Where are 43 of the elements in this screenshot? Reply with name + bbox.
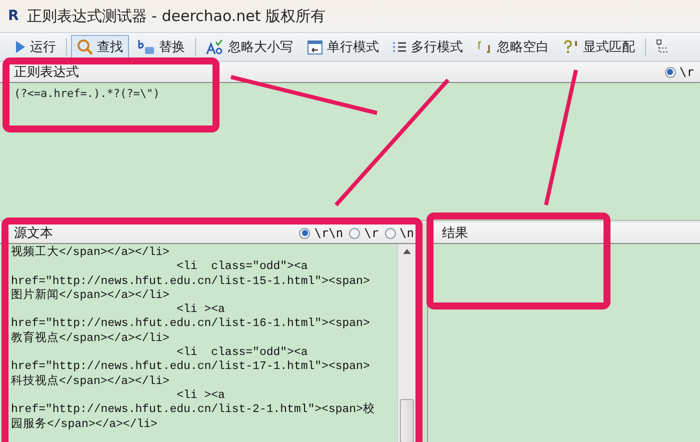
source-line: href="http://news.hfut.edu.cn/list-2-1.html"><span>校 [11,403,376,418]
toolbar-button[interactable]: 多行模式 [387,35,469,59]
source-line: <li class="odd"><a [176,260,309,275]
brackets-icon [477,40,493,54]
search-icon [77,39,93,55]
play-icon [14,40,26,54]
toolbar-button[interactable]: 替换 [131,35,191,59]
tree-icon [656,39,668,55]
app-icon: R [8,8,19,24]
replace-icon [137,39,155,55]
newline-radio[interactable]: \r\n [299,226,344,240]
source-line: href="http://news.hfut.edu.cn/list-17-1.html"><span> [11,360,371,374]
source-line: <li ><a [176,303,226,318]
source-line: 教育视点</span></a></li> [11,332,170,346]
panel-title: 结果 [442,225,469,242]
source-line: 园服务</span></a></li> [11,418,158,432]
regex-field[interactable]: (?<=a.href=.).*?(?=\") [0,83,700,104]
text-case-icon [206,39,224,55]
lines-icon [393,40,407,54]
newline-radio[interactable]: \n [384,226,414,240]
window-title: 正则表达式测试器 - deerchao.net 版权所有 [26,6,326,26]
toolbar-button[interactable]: 查找 [71,35,129,59]
source-line: href="http://news.hfut.edu.cn/list-16-1.html"><span> [11,317,371,331]
toolbar-button[interactable]: 单行模式 [301,35,385,59]
toolbar-button[interactable]: 忽略空白 [471,35,555,59]
panel-title: 正则表达式 [14,64,80,81]
toolbar-button[interactable]: 运行 [8,35,62,59]
source-line: 科技视点</span></a></li> [11,374,170,389]
scroll-up-icon[interactable] [402,249,410,254]
newline-radio[interactable]: \r [664,65,694,79]
source-line: 图片新闻</span></a></li> [11,288,170,304]
source-line: 视频工大</span></a></li> [11,246,170,260]
source-line: href="http://news.hfut.edu.cn/list-15-1.html"><span> [11,274,371,288]
newline-radio[interactable]: \r [349,226,379,240]
scrollbar[interactable] [397,244,415,442]
toolbar-button[interactable]: 显式匹配 [557,35,641,59]
source-line: <li class="odd"><a [176,346,309,360]
question-icon [563,40,579,54]
window-icon [307,40,323,54]
panel-title: 源文本 [14,225,54,242]
toolbar-button[interactable]: 忽略大小写 [200,35,299,59]
source-line: <li ><a [176,388,226,404]
scroll-thumb[interactable] [400,399,414,442]
